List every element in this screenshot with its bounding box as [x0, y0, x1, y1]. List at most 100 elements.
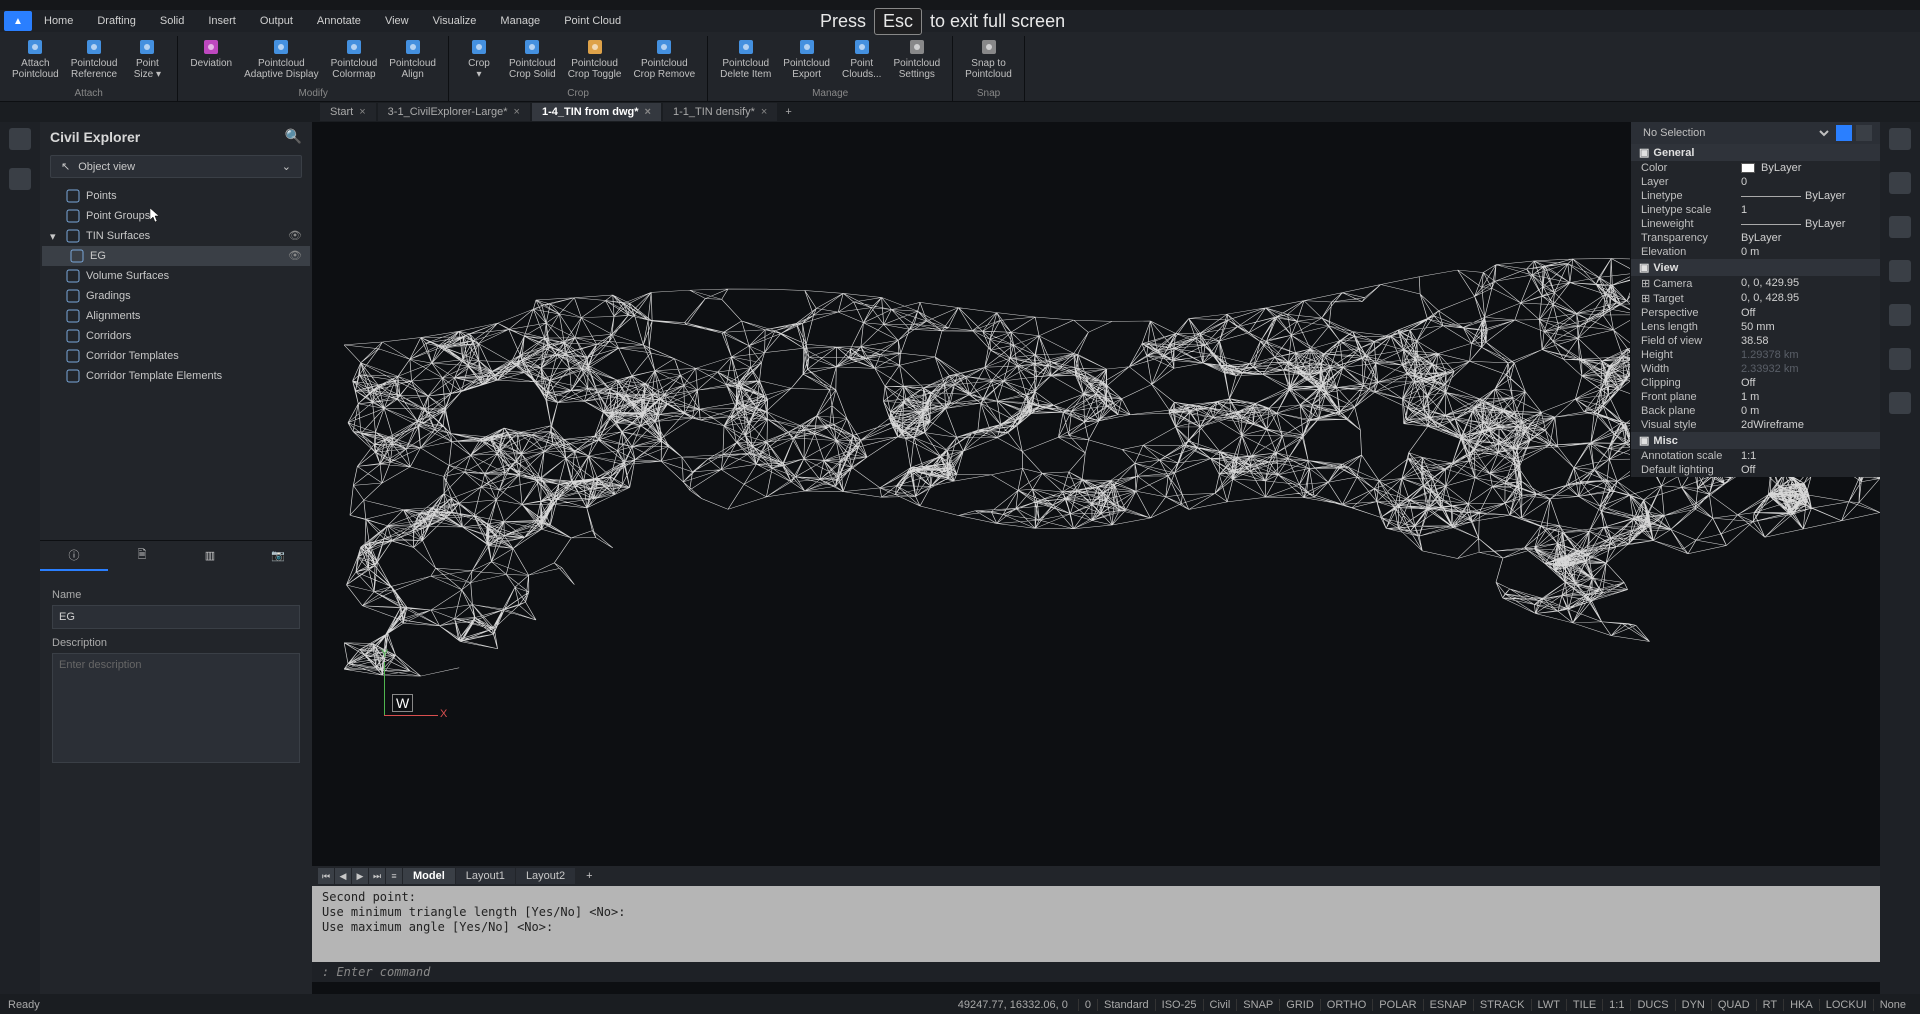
layers-icon[interactable]	[9, 168, 31, 190]
sheet-last-btn[interactable]: ⏭	[369, 868, 385, 884]
point-clouds-button[interactable]: Point Clouds...	[836, 36, 887, 82]
status-toggle-lwt[interactable]: LWT	[1531, 999, 1566, 1011]
prop-lineweight-val[interactable]: ByLayer	[1741, 218, 1870, 230]
menu-drafting[interactable]: Drafting	[85, 11, 148, 31]
prop-annoscale-val[interactable]: 1:1	[1741, 450, 1870, 462]
status-toggle-hka[interactable]: HKA	[1783, 999, 1819, 1011]
tin-eg-node[interactable]: EG👁	[42, 246, 310, 266]
pointcloud-crop-remove-button[interactable]: Pointcloud Crop Remove	[627, 36, 701, 82]
sheet-next-btn[interactable]: ▶	[352, 868, 368, 884]
prop-fov-val[interactable]: 38.58	[1741, 335, 1870, 347]
point-size-button[interactable]: Point Size ▾	[123, 36, 171, 82]
visibility-icon[interactable]: 👁	[288, 249, 302, 263]
doc-tab[interactable]: Start×	[320, 103, 376, 121]
name-field[interactable]	[52, 605, 300, 629]
prop-perspective-val[interactable]: Off	[1741, 307, 1870, 319]
expand-icon[interactable]: ▾	[50, 230, 60, 243]
status-toggle-grid[interactable]: GRID	[1279, 999, 1320, 1011]
command-input[interactable]: : Enter command	[312, 962, 1920, 982]
view-mode-select[interactable]: ↖Object view ⌄	[50, 155, 302, 178]
tab-stats[interactable]: ▥	[176, 541, 244, 571]
app-logo-icon[interactable]: ▲	[4, 11, 32, 31]
status-toggle-ortho[interactable]: ORTHO	[1320, 999, 1373, 1011]
bulb-icon[interactable]	[1889, 392, 1911, 414]
menu-home[interactable]: Home	[32, 11, 85, 31]
tab-add[interactable]: 🗎	[108, 541, 176, 571]
section-misc[interactable]: ▣Misc	[1631, 432, 1880, 449]
structure-icon[interactable]	[1889, 216, 1911, 238]
prop-front-val[interactable]: 1 m	[1741, 391, 1870, 403]
attach-icon[interactable]	[1889, 260, 1911, 282]
doc-tab[interactable]: 3-1_CivilExplorer-Large*×	[378, 103, 530, 121]
tab-info[interactable]: ⓘ	[40, 541, 108, 571]
cloud-icon[interactable]	[1889, 348, 1911, 370]
status-toggle-11[interactable]: 1:1	[1602, 999, 1630, 1011]
quick-select-icon[interactable]	[1856, 125, 1872, 141]
prop-layer-val[interactable]: 0	[1741, 176, 1870, 188]
pointcloud-delete-item-button[interactable]: Pointcloud Delete Item	[714, 36, 777, 82]
alignments-node[interactable]: Alignments	[42, 306, 310, 326]
prop-deflight-val[interactable]: Off	[1741, 464, 1870, 476]
visibility-icon[interactable]: 👁	[288, 229, 302, 243]
doc-tab[interactable]: 1-4_TIN from dwg*×	[532, 103, 661, 121]
status-toggle-polar[interactable]: POLAR	[1372, 999, 1422, 1011]
prop-vstyle-val[interactable]: 2dWireframe	[1741, 419, 1870, 431]
status-toggle-lockui[interactable]: LOCKUI	[1819, 999, 1873, 1011]
menu-view[interactable]: View	[373, 11, 421, 31]
pointcloud-reference-button[interactable]: Pointcloud Reference	[65, 36, 124, 82]
menu-output[interactable]: Output	[248, 11, 305, 31]
add-tab-button[interactable]: +	[779, 104, 797, 120]
attach-pointcloud-button[interactable]: Attach Pointcloud	[6, 36, 65, 82]
pointcloud-colormap-button[interactable]: Pointcloud Colormap	[325, 36, 384, 82]
crop-button[interactable]: Crop ▾	[455, 36, 503, 82]
pointcloud-crop-toggle-button[interactable]: Pointcloud Crop Toggle	[562, 36, 628, 82]
status-toggle-none[interactable]: None	[1873, 999, 1912, 1011]
sheet-tab-layout2[interactable]: Layout2	[516, 868, 575, 884]
status-toggle-tile[interactable]: TILE	[1566, 999, 1602, 1011]
deviation-button[interactable]: Deviation	[184, 36, 238, 82]
status-toggle-strack[interactable]: STRACK	[1473, 999, 1531, 1011]
prop-clipping-val[interactable]: Off	[1741, 377, 1870, 389]
section-view[interactable]: ▣View	[1631, 259, 1880, 276]
pointcloud-settings-button[interactable]: Pointcloud Settings	[887, 36, 946, 82]
status-toggle-esnap[interactable]: ESNAP	[1423, 999, 1473, 1011]
render-icon[interactable]	[1889, 304, 1911, 326]
sheet-tab-layout1[interactable]: Layout1	[456, 868, 515, 884]
menu-visualize[interactable]: Visualize	[421, 11, 489, 31]
point-groups-node[interactable]: Point Groups	[42, 206, 310, 226]
close-icon[interactable]: ×	[761, 106, 767, 118]
corridors-node[interactable]: Corridors	[42, 326, 310, 346]
corridor-template-elements-node[interactable]: Corridor Template Elements	[42, 366, 310, 386]
sheet-list-btn[interactable]: ≡	[386, 868, 402, 884]
status-toggle-standard[interactable]: Standard	[1097, 999, 1155, 1011]
prop-lens-val[interactable]: 50 mm	[1741, 321, 1870, 333]
prop-linetype-val[interactable]: ByLayer	[1741, 190, 1870, 202]
status-toggle-rt[interactable]: RT	[1756, 999, 1783, 1011]
corridor-templates-node[interactable]: Corridor Templates	[42, 346, 310, 366]
command-history[interactable]: Second point: Use minimum triangle lengt…	[312, 886, 1920, 962]
close-icon[interactable]: ×	[514, 106, 520, 118]
status-toggle-snap[interactable]: SNAP	[1236, 999, 1279, 1011]
snap-to-pointcloud-button[interactable]: Snap to Pointcloud	[959, 36, 1018, 82]
tab-snapshot[interactable]: 📷	[244, 541, 312, 571]
prop-transparency-val[interactable]: ByLayer	[1741, 232, 1870, 244]
pointcloud-adaptive-display-button[interactable]: Pointcloud Adaptive Display	[238, 36, 324, 82]
sheet-tab-add[interactable]: +	[576, 868, 602, 884]
sheet-tab-model[interactable]: Model	[403, 868, 455, 884]
civil-explorer-icon[interactable]	[9, 128, 31, 150]
description-field[interactable]	[52, 653, 300, 763]
sheet-prev-btn[interactable]: ◀	[335, 868, 351, 884]
prop-color-val[interactable]: ByLayer	[1741, 162, 1870, 174]
status-toggle-0[interactable]: 0	[1078, 999, 1097, 1011]
menu-annotate[interactable]: Annotate	[305, 11, 373, 31]
status-toggle-ducs[interactable]: DUCS	[1630, 999, 1674, 1011]
close-icon[interactable]: ×	[645, 106, 651, 118]
layers-panel-icon[interactable]	[1889, 172, 1911, 194]
properties-icon[interactable]	[1889, 128, 1911, 150]
menu-solid[interactable]: Solid	[148, 11, 196, 31]
status-toggle-iso25[interactable]: ISO-25	[1155, 999, 1203, 1011]
pointcloud-align-button[interactable]: Pointcloud Align	[383, 36, 442, 82]
menu-insert[interactable]: Insert	[196, 11, 248, 31]
prop-target-val[interactable]: 0, 0, 428.95	[1741, 292, 1870, 305]
points-node[interactable]: Points	[42, 186, 310, 206]
